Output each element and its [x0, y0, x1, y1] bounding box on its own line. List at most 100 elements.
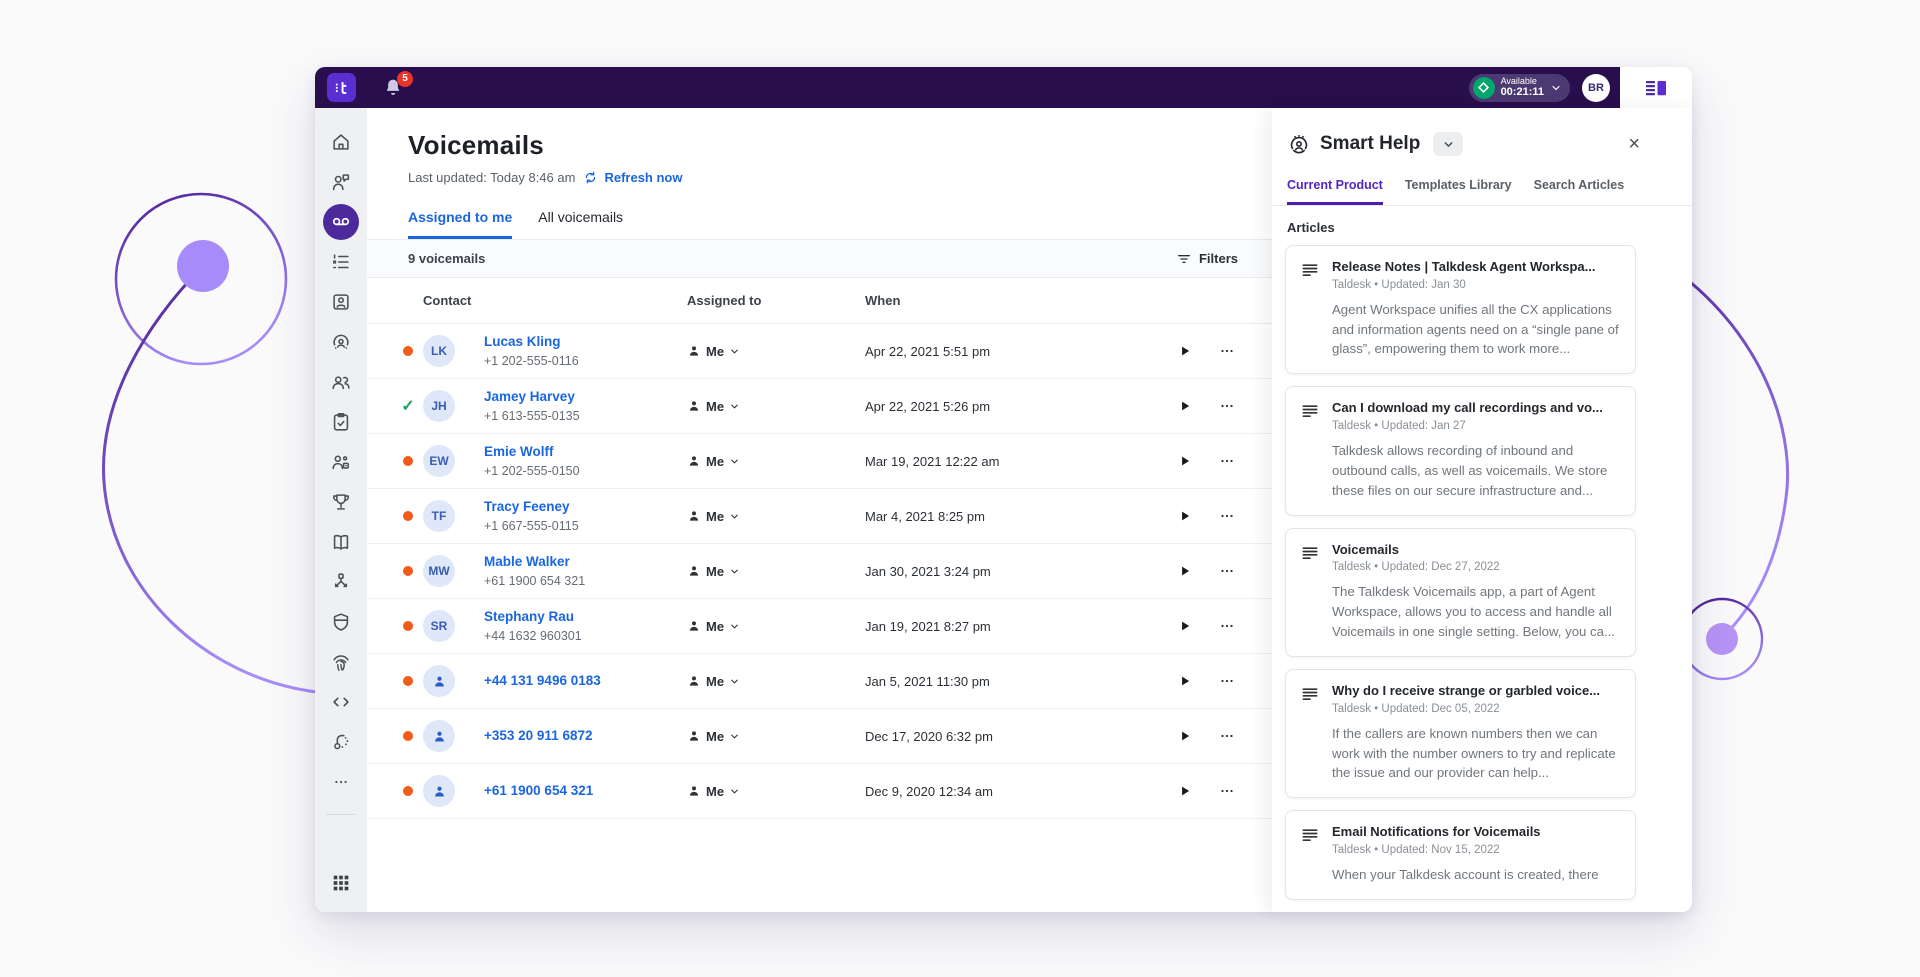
- play-button[interactable]: [1165, 454, 1205, 468]
- left-curve: [104, 266, 317, 692]
- contact-name-link[interactable]: Emie Wolff: [484, 444, 687, 460]
- filters-button[interactable]: Filters: [1176, 251, 1238, 267]
- close-panel-button[interactable]: ×: [1628, 134, 1640, 154]
- smart-help-dropdown-button[interactable]: [1433, 132, 1463, 156]
- contact-number-link[interactable]: +44 131 9496 0183: [484, 673, 687, 689]
- notifications-button[interactable]: 5: [382, 76, 406, 100]
- article-card[interactable]: Can I download my call recordings and vo…: [1285, 386, 1636, 515]
- sidebar-item-developer[interactable]: [323, 684, 359, 720]
- assigned-to-dropdown[interactable]: Me: [687, 729, 865, 744]
- article-card[interactable]: Why do I receive strange or garbled voic…: [1285, 669, 1636, 798]
- table-row[interactable]: +44 131 9496 0183 Me Jan 5, 2021 11:30 p…: [367, 654, 1272, 709]
- article-snippet: If the callers are known numbers then we…: [1332, 724, 1621, 783]
- sidebar-item-voicemails[interactable]: [323, 204, 359, 240]
- new-voicemail-dot: [403, 676, 413, 686]
- refresh-now-link[interactable]: Refresh now: [583, 170, 682, 185]
- contact-name-link[interactable]: Tracy Feeney: [484, 499, 687, 515]
- article-icon: [1300, 544, 1320, 564]
- chevron-down-icon: [1550, 82, 1562, 94]
- smart-help-tabs: Current Product Templates Library Search…: [1272, 178, 1692, 206]
- table-row[interactable]: LK Lucas Kling+1 202-555-0116 Me Apr 22,…: [367, 324, 1272, 379]
- sidebar-item-identity[interactable]: [323, 644, 359, 680]
- article-card[interactable]: Voicemails Taldesk • Updated: Dec 27, 20…: [1285, 528, 1636, 657]
- article-icon: [1300, 685, 1320, 705]
- sidebar-item-guardian[interactable]: [323, 604, 359, 640]
- sidebar-item-more[interactable]: [323, 764, 359, 800]
- sidebar-item-knowledge[interactable]: [323, 524, 359, 560]
- assigned-to-dropdown[interactable]: Me: [687, 674, 865, 689]
- table-row[interactable]: SR Stephany Rau+44 1632 960301 Me Jan 19…: [367, 599, 1272, 654]
- assigned-to-dropdown[interactable]: Me: [687, 564, 865, 579]
- play-button[interactable]: [1165, 674, 1205, 688]
- play-button[interactable]: [1165, 399, 1205, 413]
- play-button[interactable]: [1165, 784, 1205, 798]
- assigned-to-dropdown[interactable]: Me: [687, 454, 865, 469]
- tab-all-voicemails[interactable]: All voicemails: [538, 209, 623, 239]
- availability-selector[interactable]: Available 00:21:11: [1469, 74, 1570, 102]
- contact-number-link[interactable]: +61 1900 654 321: [484, 783, 687, 799]
- table-row[interactable]: MW Mable Walker+61 1900 654 321 Me Jan 3…: [367, 544, 1272, 599]
- person-icon: [687, 729, 701, 743]
- ellipsis-icon: [1218, 507, 1236, 525]
- tab-current-product[interactable]: Current Product: [1287, 178, 1383, 205]
- identity-icon: [330, 651, 352, 673]
- assigned-to-dropdown[interactable]: Me: [687, 619, 865, 634]
- contact-number-link[interactable]: +353 20 911 6872: [484, 728, 687, 744]
- row-more-button[interactable]: [1205, 727, 1249, 745]
- assigned-to-dropdown[interactable]: Me: [687, 399, 865, 414]
- panel-toggle-icon[interactable]: [1643, 76, 1669, 100]
- contact-name-link[interactable]: Jamey Harvey: [484, 389, 687, 405]
- article-icon: [1300, 261, 1320, 281]
- play-button[interactable]: [1165, 564, 1205, 578]
- assigned-to-dropdown[interactable]: Me: [687, 784, 865, 799]
- ellipsis-icon: [1218, 562, 1236, 580]
- article-card[interactable]: Email Notifications for Voicemails Talde…: [1285, 810, 1636, 900]
- row-more-button[interactable]: [1205, 672, 1249, 690]
- talkdesk-logo[interactable]: [327, 73, 356, 102]
- table-row[interactable]: TF Tracy Feeney+1 667-555-0115 Me Mar 4,…: [367, 489, 1272, 544]
- sidebar-item-studio[interactable]: [323, 564, 359, 600]
- assigned-to-dropdown[interactable]: Me: [687, 344, 865, 359]
- sidebar-item-teams[interactable]: [323, 364, 359, 400]
- article-snippet: The Talkdesk Voicemails app, a part of A…: [1332, 582, 1621, 641]
- table-row[interactable]: +353 20 911 6872 Me Dec 17, 2020 6:32 pm: [367, 709, 1272, 764]
- user-avatar[interactable]: BR: [1582, 74, 1610, 102]
- table-row[interactable]: EW Emie Wolff+1 202-555-0150 Me Mar 19, …: [367, 434, 1272, 489]
- chevron-down-icon: [729, 621, 740, 632]
- sidebar-item-home[interactable]: [323, 124, 359, 160]
- sidebar-item-contacts[interactable]: [323, 284, 359, 320]
- row-more-button[interactable]: [1205, 342, 1249, 360]
- table-row[interactable]: +61 1900 654 321 Me Dec 9, 2020 12:34 am: [367, 764, 1272, 819]
- play-button[interactable]: [1165, 619, 1205, 633]
- play-button[interactable]: [1165, 729, 1205, 743]
- play-button[interactable]: [1165, 344, 1205, 358]
- sidebar-item-builder[interactable]: [323, 724, 359, 760]
- play-button[interactable]: [1165, 509, 1205, 523]
- row-more-button[interactable]: [1205, 452, 1249, 470]
- row-more-button[interactable]: [1205, 617, 1249, 635]
- person-icon: [432, 674, 447, 689]
- row-more-button[interactable]: [1205, 562, 1249, 580]
- table-row[interactable]: ✓ JH Jamey Harvey+1 613-555-0135 Me Apr …: [367, 379, 1272, 434]
- sidebar-item-tasks[interactable]: [323, 404, 359, 440]
- row-more-button[interactable]: [1205, 782, 1249, 800]
- tab-search-articles[interactable]: Search Articles: [1534, 178, 1625, 205]
- sidebar-item-activities[interactable]: [323, 244, 359, 280]
- assigned-to-dropdown[interactable]: Me: [687, 509, 865, 524]
- contact-name-link[interactable]: Mable Walker: [484, 554, 687, 570]
- tab-templates-library[interactable]: Templates Library: [1405, 178, 1512, 205]
- row-more-button[interactable]: [1205, 507, 1249, 525]
- sidebar-item-agent-assist[interactable]: [323, 324, 359, 360]
- apps-grid-button[interactable]: [330, 872, 352, 894]
- smart-help-icon: [1287, 132, 1311, 156]
- avatar: [423, 720, 455, 752]
- contact-name-link[interactable]: Stephany Rau: [484, 609, 687, 625]
- article-card[interactable]: Release Notes | Talkdesk Agent Workspa..…: [1285, 245, 1636, 374]
- sidebar-item-performance[interactable]: [323, 484, 359, 520]
- contact-name-link[interactable]: Lucas Kling: [484, 334, 687, 350]
- sidebar-item-conversations[interactable]: [323, 164, 359, 200]
- tab-assigned-to-me[interactable]: Assigned to me: [408, 209, 512, 239]
- sidebar-item-workforce[interactable]: [323, 444, 359, 480]
- more-icon: [330, 771, 352, 793]
- row-more-button[interactable]: [1205, 397, 1249, 415]
